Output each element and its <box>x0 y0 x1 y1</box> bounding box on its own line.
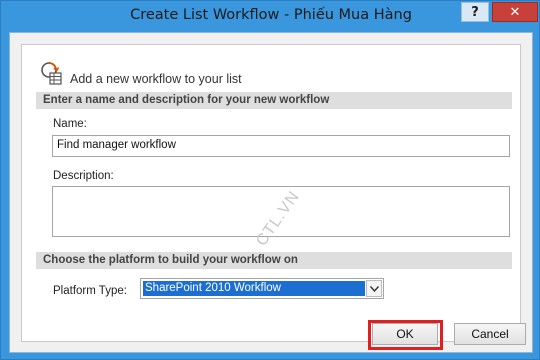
platform-type-select[interactable]: SharePoint 2010 Workflow <box>140 278 384 299</box>
name-field[interactable]: Find manager workflow <box>52 135 510 157</box>
window-title: Create List Workflow - Phiếu Mua Hàng <box>130 7 412 23</box>
workflow-icon <box>41 62 62 85</box>
close-button[interactable]: ✕ <box>492 2 538 22</box>
description-label: Description: <box>53 170 114 182</box>
name-label: Name: <box>53 118 87 130</box>
chevron-down-icon[interactable] <box>366 280 382 297</box>
section-name-header: Enter a name and description for your ne… <box>36 92 512 109</box>
close-icon: ✕ <box>509 4 521 20</box>
ok-button[interactable]: OK <box>372 323 438 345</box>
platform-type-value: SharePoint 2010 Workflow <box>143 281 365 296</box>
dialog-body: Add a new workflow to your list Enter a … <box>9 32 533 353</box>
cancel-button[interactable]: Cancel <box>454 323 526 345</box>
title-bar[interactable]: Create List Workflow - Phiếu Mua Hàng ? … <box>1 1 540 31</box>
dialog-window: Create List Workflow - Phiếu Mua Hàng ? … <box>0 0 540 360</box>
help-button[interactable]: ? <box>461 2 489 22</box>
platform-label: Platform Type: <box>53 285 127 297</box>
header-text: Add a new workflow to your list <box>70 72 242 86</box>
section-platform-header: Choose the platform to build your workfl… <box>36 252 512 269</box>
